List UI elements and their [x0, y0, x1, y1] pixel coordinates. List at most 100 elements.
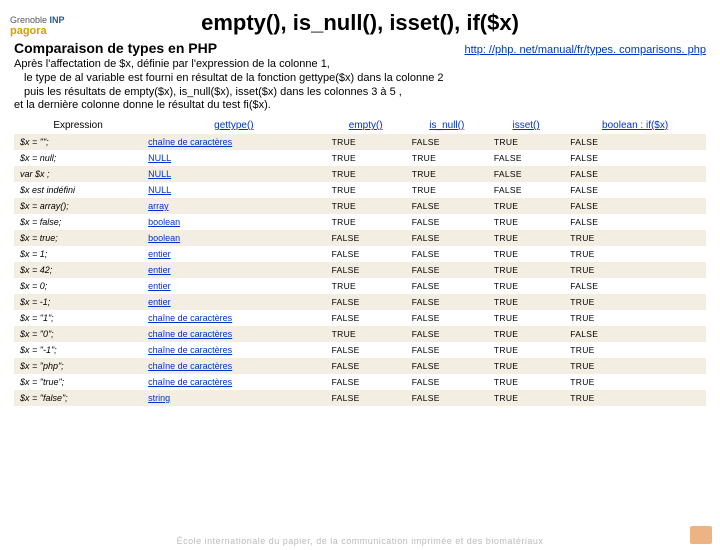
expression-cell: $x = -1; — [14, 294, 142, 310]
header-link[interactable]: boolean : if($x) — [602, 120, 668, 131]
value-cell: FALSE — [326, 246, 406, 262]
reference-link[interactable]: http: //php. net/manual/fr/types. compar… — [464, 44, 706, 56]
type-link[interactable]: string — [148, 393, 170, 403]
intro-line: puis les résultats de empty($x), is_null… — [14, 86, 706, 100]
type-link[interactable]: NULL — [148, 169, 171, 179]
expression-cell: $x = 0; — [14, 278, 142, 294]
expression-cell: $x = 42; — [14, 262, 142, 278]
type-link[interactable]: array — [148, 201, 169, 211]
type-link[interactable]: boolean — [148, 233, 180, 243]
logo: Grenoble INP pagora — [10, 15, 65, 37]
type-link[interactable]: entier — [148, 297, 171, 307]
table-row: $x = "true";chaîne de caractèresFALSEFAL… — [14, 374, 706, 390]
value-cell: TRUE — [326, 326, 406, 342]
header-link[interactable]: gettype() — [214, 120, 253, 131]
value-cell: FALSE — [406, 390, 488, 406]
value-cell: FALSE — [406, 278, 488, 294]
type-link[interactable]: chaîne de caractères — [148, 377, 232, 387]
value-cell: TRUE — [488, 358, 564, 374]
value-cell: TRUE — [564, 262, 706, 278]
value-cell: FALSE — [564, 166, 706, 182]
type-cell: string — [142, 390, 326, 406]
type-cell: entier — [142, 294, 326, 310]
header-link[interactable]: is_null() — [429, 120, 464, 131]
header-link[interactable]: empty() — [349, 120, 383, 131]
comparison-table: Expression gettype() empty() is_null() isset… — [14, 117, 706, 406]
type-link[interactable]: chaîne de caractères — [148, 329, 232, 339]
expression-cell: $x = "1"; — [14, 310, 142, 326]
expression-cell: $x = "false"; — [14, 390, 142, 406]
expression-cell: $x = true; — [14, 230, 142, 246]
type-link[interactable]: chaîne de caractères — [148, 361, 232, 371]
value-cell: FALSE — [488, 182, 564, 198]
type-cell: chaîne de caractères — [142, 310, 326, 326]
table-row: $x = "php";chaîne de caractèresFALSEFALS… — [14, 358, 706, 374]
value-cell: FALSE — [564, 134, 706, 150]
table-row: $x = null;NULLTRUETRUEFALSEFALSE — [14, 150, 706, 166]
value-cell: TRUE — [488, 246, 564, 262]
expression-cell: $x = "-1"; — [14, 342, 142, 358]
value-cell: TRUE — [564, 358, 706, 374]
table-row: $x = 42;entierFALSEFALSETRUETRUE — [14, 262, 706, 278]
table-row: $x = array();arrayTRUEFALSETRUEFALSE — [14, 198, 706, 214]
table-row: $x = "";chaîne de caractèresTRUEFALSETRU… — [14, 134, 706, 150]
type-link[interactable]: entier — [148, 281, 171, 291]
header-link[interactable]: isset() — [512, 120, 539, 131]
value-cell: TRUE — [488, 374, 564, 390]
table-row: $x = 0;entierTRUEFALSETRUEFALSE — [14, 278, 706, 294]
footer-text: École internationale du papier, de la co… — [0, 536, 720, 546]
value-cell: TRUE — [488, 198, 564, 214]
value-cell: TRUE — [406, 182, 488, 198]
page-title: empty(), is_null(), isset(), if($x) — [0, 10, 720, 36]
expression-cell: $x = "0"; — [14, 326, 142, 342]
type-cell: boolean — [142, 214, 326, 230]
intro-line: le type de al variable est fourni en rés… — [14, 72, 706, 86]
value-cell: TRUE — [326, 134, 406, 150]
subtitle: Comparaison de types en PHP — [14, 40, 217, 56]
expression-cell: $x = 1; — [14, 246, 142, 262]
value-cell: FALSE — [326, 294, 406, 310]
value-cell: TRUE — [488, 342, 564, 358]
value-cell: TRUE — [564, 230, 706, 246]
table-row: $x = false;booleanTRUEFALSETRUEFALSE — [14, 214, 706, 230]
value-cell: FALSE — [488, 166, 564, 182]
table-row: var $x ;NULLTRUETRUEFALSEFALSE — [14, 166, 706, 182]
value-cell: FALSE — [406, 262, 488, 278]
type-link[interactable]: chaîne de caractères — [148, 345, 232, 355]
expression-cell: $x = ""; — [14, 134, 142, 150]
type-cell: array — [142, 198, 326, 214]
intro-text: Après l'affectation de $x, définie par l… — [0, 56, 720, 117]
value-cell: FALSE — [564, 214, 706, 230]
value-cell: TRUE — [326, 214, 406, 230]
value-cell: TRUE — [488, 310, 564, 326]
value-cell: FALSE — [406, 358, 488, 374]
type-link[interactable]: NULL — [148, 153, 171, 163]
value-cell: TRUE — [488, 214, 564, 230]
value-cell: FALSE — [564, 182, 706, 198]
value-cell: FALSE — [406, 246, 488, 262]
value-cell: TRUE — [406, 166, 488, 182]
value-cell: TRUE — [488, 294, 564, 310]
type-cell: chaîne de caractères — [142, 134, 326, 150]
column-header: Expression — [14, 117, 142, 134]
expression-cell: $x = "php"; — [14, 358, 142, 374]
type-cell: boolean — [142, 230, 326, 246]
value-cell: TRUE — [326, 150, 406, 166]
value-cell: TRUE — [564, 342, 706, 358]
type-link[interactable]: chaîne de caractères — [148, 137, 232, 147]
value-cell: FALSE — [326, 390, 406, 406]
value-cell: FALSE — [326, 310, 406, 326]
value-cell: FALSE — [326, 342, 406, 358]
type-cell: chaîne de caractères — [142, 342, 326, 358]
value-cell: FALSE — [406, 326, 488, 342]
type-cell: entier — [142, 278, 326, 294]
type-link[interactable]: entier — [148, 249, 171, 259]
value-cell: FALSE — [326, 262, 406, 278]
expression-cell: $x = "true"; — [14, 374, 142, 390]
type-link[interactable]: NULL — [148, 185, 171, 195]
table-row: $x est indéfiniNULLTRUETRUEFALSEFALSE — [14, 182, 706, 198]
type-link[interactable]: entier — [148, 265, 171, 275]
table-row: $x = "1";chaîne de caractèresFALSEFALSET… — [14, 310, 706, 326]
type-link[interactable]: chaîne de caractères — [148, 313, 232, 323]
type-link[interactable]: boolean — [148, 217, 180, 227]
